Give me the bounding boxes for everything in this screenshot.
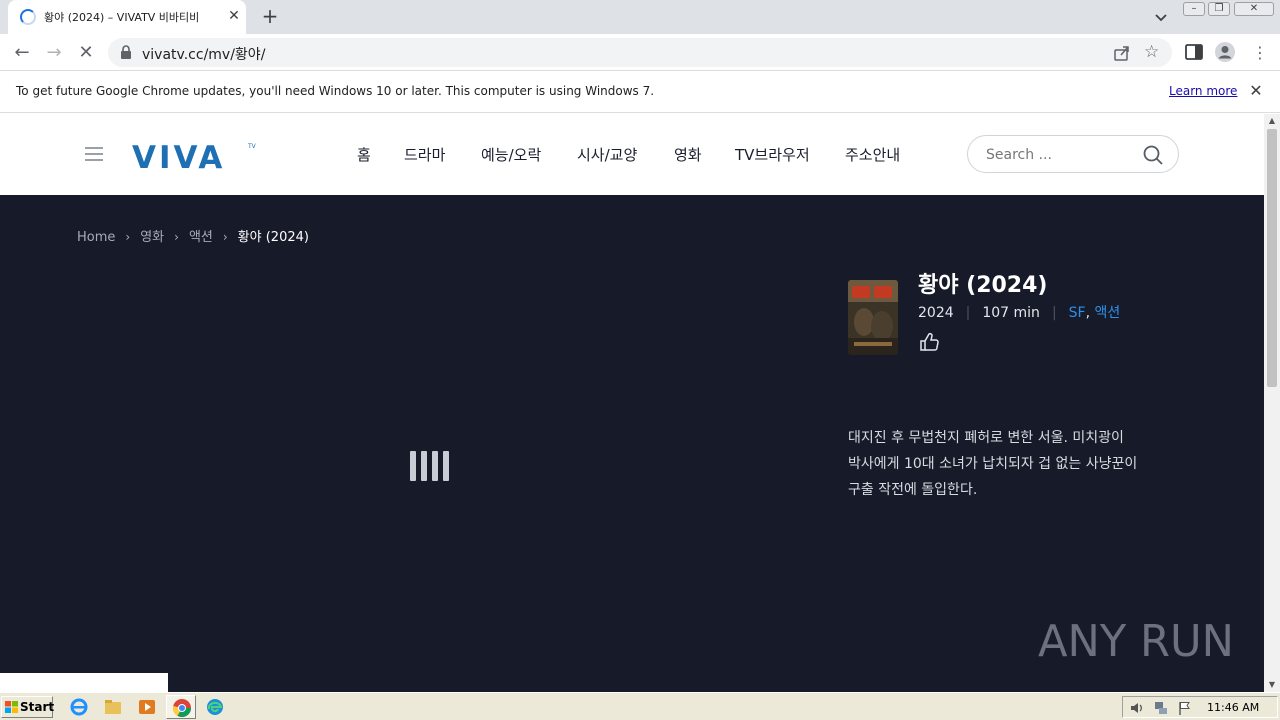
- movie-synopsis: 대지진 후 무법천지 폐허로 변한 서울. 미치광이 박사에게 10대 소녀가 …: [848, 430, 1138, 498]
- action-center-flag-icon[interactable]: [1177, 700, 1193, 716]
- infobar-message: To get future Google Chrome updates, you…: [16, 84, 655, 98]
- breadcrumb-separator-icon: ›: [222, 230, 228, 244]
- nav-item-tv-browser[interactable]: TV브라우저: [735, 144, 810, 165]
- scroll-up-arrow-icon[interactable]: ▲: [1264, 114, 1280, 128]
- anyrun-watermark: ANY RUN: [1038, 616, 1234, 667]
- tab-search-icon[interactable]: [1150, 6, 1172, 28]
- video-loading-icon: [410, 451, 450, 481]
- share-icon[interactable]: [1112, 43, 1132, 63]
- side-panel-icon[interactable]: [1185, 44, 1203, 60]
- nav-item-current-affairs[interactable]: 시사/교양: [577, 144, 637, 165]
- movie-meta: 2024 | 107 min | SF, 액션: [918, 305, 1121, 321]
- movie-year: 2024: [918, 305, 954, 321]
- back-button[interactable]: ←: [10, 41, 34, 65]
- breadcrumb: Home › 영화 › 액션 › 황야 (2024): [77, 226, 309, 245]
- windows-flag-icon: [5, 701, 18, 713]
- site-header: VIVA TV 홈 드라마 예능/오락 시사/교양 영화 TV브라우저 주소안내: [0, 114, 1264, 195]
- profile-avatar-icon[interactable]: [1214, 41, 1236, 63]
- lock-icon[interactable]: [120, 45, 132, 59]
- infobar-close-icon[interactable]: ✕: [1246, 80, 1266, 102]
- chrome-icon: [173, 699, 191, 718]
- breadcrumb-separator-icon: ›: [125, 230, 131, 244]
- browser-tab[interactable]: 황야 (2024) – VIVATV 비바티비 ✕: [8, 0, 246, 34]
- hamburger-menu-icon[interactable]: [85, 147, 103, 161]
- breadcrumb-action[interactable]: 액션: [189, 230, 213, 245]
- network-icon[interactable]: [1153, 700, 1169, 716]
- scroll-thumb[interactable]: [1267, 129, 1277, 387]
- edge-icon[interactable]: [204, 697, 226, 717]
- breadcrumb-separator-icon: ›: [174, 230, 179, 244]
- browser-toolbar: ← → ✕ vivatv.cc/mv/황야/ ☆ ⋮: [0, 34, 1280, 71]
- search-icon[interactable]: [1142, 144, 1164, 166]
- start-label: Start: [20, 700, 55, 714]
- site-search: [967, 135, 1179, 173]
- movie-poster[interactable]: [848, 280, 898, 355]
- internet-explorer-icon[interactable]: [68, 697, 90, 717]
- menu-kebab-icon[interactable]: ⋮: [1248, 41, 1272, 65]
- breadcrumb-movies[interactable]: 영화: [140, 230, 164, 245]
- browser-tab-strip: 황야 (2024) – VIVATV 비바티비 ✕ + – ❐ ✕: [0, 0, 1280, 34]
- logo-superscript: TV: [247, 143, 257, 150]
- breadcrumb-home[interactable]: Home: [77, 230, 115, 245]
- minimize-window-button[interactable]: –: [1183, 2, 1205, 16]
- learn-more-link[interactable]: Learn more: [1169, 84, 1237, 98]
- url-text[interactable]: vivatv.cc/mv/황야/: [142, 44, 265, 64]
- white-strip: [0, 673, 168, 692]
- taskbar-clock[interactable]: 11:46 AM: [1207, 701, 1259, 714]
- movie-title: 황야 (2024): [918, 273, 1048, 298]
- nav-item-drama[interactable]: 드라마: [404, 144, 445, 165]
- loading-spinner-icon: [20, 9, 36, 25]
- new-tab-button[interactable]: +: [258, 5, 282, 29]
- movie-content: Home › 영화 › 액션 › 황야 (2024) 황야 (2024) 2024 | 107 …: [0, 195, 1264, 692]
- restore-window-button[interactable]: ❐: [1208, 2, 1230, 16]
- close-window-button[interactable]: ✕: [1234, 2, 1274, 16]
- genre-link-sf[interactable]: SF: [1069, 305, 1086, 321]
- movie-runtime: 107 min: [982, 305, 1040, 321]
- volume-icon[interactable]: [1129, 700, 1145, 716]
- nav-item-variety[interactable]: 예능/오락: [481, 144, 541, 165]
- start-button[interactable]: Start: [1, 696, 55, 718]
- forward-button[interactable]: →: [42, 41, 66, 65]
- page-viewport: VIVA TV 홈 드라마 예능/오락 시사/교양 영화 TV브라우저 주소안내…: [0, 114, 1264, 692]
- search-input[interactable]: [986, 144, 1136, 166]
- address-bar[interactable]: vivatv.cc/mv/황야/ ☆: [108, 38, 1172, 67]
- close-tab-icon[interactable]: ✕: [224, 6, 244, 26]
- tab-title: 황야 (2024) – VIVATV 비바티비: [44, 11, 200, 24]
- genre-link-action[interactable]: 액션: [1095, 305, 1121, 321]
- system-tray: 11:46 AM: [1122, 696, 1278, 718]
- scroll-down-arrow-icon[interactable]: ▼: [1264, 678, 1280, 692]
- update-infobar: To get future Google Chrome updates, you…: [0, 71, 1280, 113]
- nav-item-home[interactable]: 홈: [357, 144, 371, 165]
- watermark-text: ANY RUN: [1038, 616, 1234, 667]
- file-explorer-icon[interactable]: [102, 697, 124, 717]
- nav-item-address-info[interactable]: 주소안내: [845, 144, 900, 165]
- bookmark-star-icon[interactable]: ☆: [1144, 42, 1164, 62]
- page-scrollbar[interactable]: ▲ ▼: [1264, 114, 1280, 692]
- breadcrumb-current: 황야 (2024): [237, 230, 309, 245]
- thumbs-up-icon[interactable]: [918, 331, 940, 353]
- taskbar-active-app[interactable]: [166, 695, 196, 719]
- logo-text: VIVA: [132, 140, 225, 170]
- windows-taskbar: Start 11:46 AM: [0, 692, 1280, 720]
- media-player-icon[interactable]: [136, 697, 158, 717]
- site-logo[interactable]: VIVA TV: [132, 140, 260, 170]
- nav-item-movies[interactable]: 영화: [674, 144, 702, 165]
- stop-loading-button[interactable]: ✕: [74, 41, 98, 65]
